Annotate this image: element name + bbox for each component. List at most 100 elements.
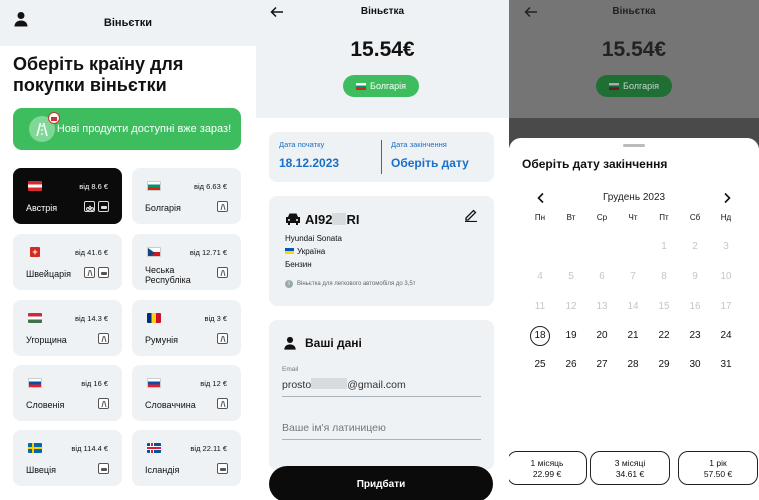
calendar-day-disabled: 10 bbox=[720, 271, 732, 282]
country-card-iceland[interactable]: від 22.11 € Ісландія bbox=[132, 430, 241, 486]
road-icon bbox=[98, 333, 109, 344]
calendar-day[interactable]: 22 bbox=[652, 330, 676, 341]
card-price: від 16 € bbox=[81, 379, 108, 388]
country-card-bulgaria[interactable]: від 6.63 € Болгарія bbox=[132, 168, 241, 224]
redacted-block bbox=[311, 378, 348, 389]
calendar-day[interactable]: 27 bbox=[590, 359, 614, 370]
user-data-form: Ваші дані Email prosto @gmail.com Ваше ім… bbox=[269, 320, 494, 470]
page-title: Віньєтки bbox=[103, 17, 153, 29]
total-amount: 15.54€ bbox=[350, 38, 415, 61]
car-country: Україна bbox=[285, 247, 325, 256]
ukraine-flag-icon bbox=[285, 248, 294, 254]
start-date-field[interactable]: Дата початку 18.12.2023 bbox=[279, 140, 339, 170]
country-card-romania[interactable]: від 3 € Румунія bbox=[132, 300, 241, 356]
road-icon bbox=[217, 267, 228, 278]
duration-option-1-month[interactable]: 1 місяць 22.99 € bbox=[509, 451, 587, 485]
card-price: від 12.71 € bbox=[189, 248, 227, 257]
duration-option-1-year[interactable]: 1 рік 57.50 € bbox=[678, 451, 758, 485]
slovenia-flag-icon bbox=[28, 378, 42, 388]
calendar-day[interactable]: 25 bbox=[528, 359, 552, 370]
option-price: 22.99 € bbox=[532, 469, 562, 479]
edit-pencil-icon[interactable] bbox=[464, 208, 478, 222]
buy-button[interactable]: Придбати bbox=[269, 466, 493, 500]
country-card-slovenia[interactable]: від 16 € Словенія bbox=[13, 365, 122, 421]
vehicle-card: AI92 RI Hyundai Sonata Україна Бензин i Ві… bbox=[269, 196, 494, 306]
email-end: @gmail.com bbox=[347, 379, 406, 391]
card-country-name: Угорщина bbox=[26, 335, 67, 345]
card-price: від 8.6 € bbox=[79, 182, 108, 191]
calendar-day[interactable]: 26 bbox=[559, 359, 583, 370]
weekday-label: Вт bbox=[566, 213, 576, 222]
calendar-day-disabled: 4 bbox=[537, 271, 543, 282]
date-divider bbox=[381, 140, 382, 174]
email-field[interactable]: prosto @gmail.com bbox=[282, 378, 406, 391]
calendar-day[interactable]: 21 bbox=[621, 330, 645, 341]
bulgaria-flag-icon bbox=[147, 181, 161, 191]
calendar-day[interactable]: 30 bbox=[683, 359, 707, 370]
option-label: 1 місяць bbox=[530, 458, 564, 468]
calendar-day-disabled: 3 bbox=[723, 241, 729, 252]
calendar-day[interactable]: 28 bbox=[621, 359, 645, 370]
country-card-austria[interactable]: від 8.6 € Австрія bbox=[13, 168, 122, 224]
plate-start: AI92 bbox=[305, 212, 333, 227]
card-country-name: Болгарія bbox=[145, 203, 181, 213]
calendar-day[interactable]: 24 bbox=[714, 330, 738, 341]
card-country-name: Ісландія bbox=[145, 465, 180, 475]
card-country-name: Румунія bbox=[145, 335, 179, 345]
car-icon bbox=[98, 463, 109, 474]
calendar-day-disabled: 6 bbox=[599, 271, 605, 282]
user-icon bbox=[284, 336, 296, 350]
calendar-day-disabled: 16 bbox=[689, 301, 701, 312]
plate-end: RI bbox=[346, 212, 360, 227]
info-icon: i bbox=[285, 280, 293, 288]
country-card-slovakia[interactable]: від 12 € Словаччина bbox=[132, 365, 241, 421]
option-price: 57.50 € bbox=[703, 469, 733, 479]
duration-option-3-months[interactable]: 3 місяці 34.61 € bbox=[590, 451, 670, 485]
card-price: від 22.11 € bbox=[190, 444, 227, 453]
fuel-type: Бензин bbox=[285, 260, 312, 269]
page-title: Віньєтка bbox=[360, 6, 405, 17]
end-date-picker-screen: Віньєтка 15.54€ Болгарія Оберіть дату за… bbox=[509, 0, 759, 500]
country-card-sweden[interactable]: від 114.4 € Швеція bbox=[13, 430, 122, 486]
calendar-day[interactable]: 31 bbox=[714, 359, 738, 370]
calendar-day-disabled: 2 bbox=[692, 241, 698, 252]
calendar-day-disabled: 13 bbox=[596, 301, 608, 312]
calendar-day[interactable]: 19 bbox=[559, 330, 583, 341]
top-bar: Віньєтки bbox=[0, 0, 256, 46]
country-card-hungary[interactable]: від 14.3 € Угорщина bbox=[13, 300, 122, 356]
next-month-chevron-icon[interactable] bbox=[722, 192, 732, 204]
promo-text: Нові продукти доступні вже зараз! bbox=[56, 123, 232, 135]
calendar-day-disabled: 8 bbox=[661, 271, 667, 282]
car-model: Hyundai Sonata bbox=[285, 234, 342, 243]
page-title: Віньєтка bbox=[612, 6, 656, 17]
sheet-drag-handle[interactable] bbox=[623, 144, 645, 147]
email-label: Email bbox=[282, 366, 299, 373]
calendar-day[interactable]: 29 bbox=[652, 359, 676, 370]
calendar-day-disabled: 5 bbox=[568, 271, 574, 282]
user-icon[interactable] bbox=[13, 11, 29, 27]
new-products-banner[interactable]: Нові продукти доступні вже зараз! bbox=[13, 108, 241, 150]
austria-flag-icon bbox=[28, 181, 42, 191]
name-underline bbox=[282, 439, 481, 440]
road-icon bbox=[98, 398, 109, 409]
slovakia-flag-icon bbox=[147, 378, 161, 388]
card-price: від 12 € bbox=[200, 379, 227, 388]
country-card-switzerland[interactable]: + від 41.6 € Швейцарія bbox=[13, 234, 122, 290]
calendar-day-selected[interactable]: 18 bbox=[530, 326, 550, 346]
country-card-czech[interactable]: від 12.71 € Чеська Республіка bbox=[132, 234, 241, 290]
name-latin-field[interactable]: Ваше ім'я латиницею bbox=[282, 422, 386, 434]
car-icon bbox=[217, 463, 228, 474]
card-price: від 6.63 € bbox=[194, 182, 227, 191]
calendar-day[interactable]: 20 bbox=[590, 330, 614, 341]
hungary-flag-badge-icon bbox=[48, 112, 60, 124]
calendar-day-disabled: 12 bbox=[565, 301, 577, 312]
motorcycle-icon bbox=[84, 201, 95, 212]
road-icon bbox=[29, 112, 60, 142]
card-price: від 114.4 € bbox=[71, 444, 108, 453]
romania-flag-icon bbox=[147, 313, 161, 323]
switzerland-flag-icon: + bbox=[30, 247, 40, 257]
czech-flag-icon bbox=[147, 247, 161, 257]
calendar-day[interactable]: 23 bbox=[683, 330, 707, 341]
weekday-label: Ср bbox=[596, 213, 608, 222]
end-date-field[interactable]: Дата закінчення Оберіть дату bbox=[391, 140, 469, 170]
